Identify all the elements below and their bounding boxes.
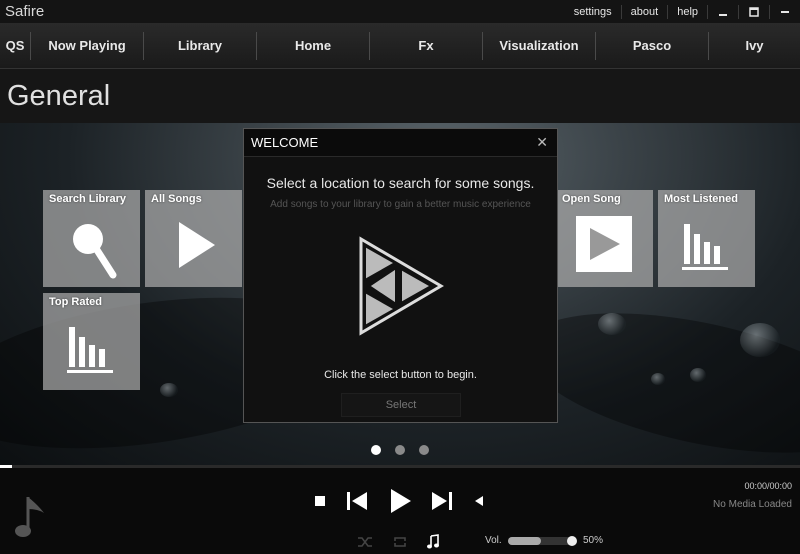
page-indicator	[0, 445, 800, 455]
volume-speaker-icon[interactable]	[474, 495, 484, 507]
page-dot-1[interactable]	[371, 445, 381, 455]
dialog-title: WELCOME	[251, 135, 319, 150]
tile-open-song[interactable]: Open Song	[556, 190, 653, 287]
play-triangle-icon	[179, 222, 215, 268]
previous-icon[interactable]	[346, 491, 368, 511]
maximize-icon	[749, 6, 759, 17]
bar-chart-icon	[67, 327, 113, 373]
close-button[interactable]	[769, 4, 800, 19]
tile-label: Open Song	[562, 193, 621, 205]
nav-item-ivy[interactable]: Ivy	[708, 31, 800, 60]
select-button[interactable]: Select	[341, 393, 461, 417]
media-status: No Media Loaded	[713, 499, 792, 510]
dialog-close-button[interactable]: ✕	[536, 134, 548, 151]
next-icon[interactable]	[431, 491, 453, 511]
background-droplet	[690, 368, 706, 382]
dialog-heading: Select a location to search for some son…	[266, 175, 535, 191]
tile-label: Top Rated	[49, 296, 102, 308]
shuffle-icon[interactable]	[357, 535, 373, 549]
nav-item-now-playing[interactable]: Now Playing	[30, 31, 143, 60]
minimize-button[interactable]	[707, 4, 738, 19]
main-navigation: QS Now Playing Library Home Fx Visualiza…	[0, 23, 800, 69]
seek-bar[interactable]	[0, 465, 800, 468]
nav-item-visualization[interactable]: Visualization	[482, 31, 595, 60]
close-icon	[781, 10, 789, 13]
tile-all-songs[interactable]: All Songs	[145, 190, 242, 287]
volume-percent: 50%	[583, 535, 604, 546]
volume-slider-fill	[508, 537, 541, 545]
nav-item-library[interactable]: Library	[143, 31, 256, 60]
playlist-music-icon[interactable]	[426, 534, 440, 550]
music-note-icon	[15, 497, 44, 537]
tile-search-library[interactable]: Search Library	[43, 190, 140, 287]
background-droplet	[160, 383, 178, 397]
dialog-hint: Click the select button to begin.	[324, 369, 477, 381]
nav-item-fx[interactable]: Fx	[369, 31, 482, 60]
play-box-icon	[576, 216, 632, 272]
tile-label: Most Listened	[664, 193, 738, 205]
minimize-icon	[719, 13, 727, 16]
volume-label: Vol.	[485, 535, 502, 546]
tile-label: Search Library	[49, 193, 127, 205]
play-icon[interactable]	[390, 488, 412, 514]
background-droplet	[651, 373, 665, 385]
welcome-dialog: WELCOME ✕ Select a location to search fo…	[243, 128, 558, 423]
stop-icon[interactable]	[314, 495, 326, 507]
page-title: General	[7, 80, 111, 112]
tile-most-listened[interactable]: Most Listened	[658, 190, 755, 287]
help-link[interactable]: help	[667, 4, 707, 19]
app-title: Safire	[5, 3, 45, 20]
time-display: 00:00/00:00	[744, 481, 792, 491]
background-droplet	[740, 323, 780, 357]
settings-link[interactable]: settings	[565, 5, 621, 19]
dialog-subheading: Add songs to your library to gain a bett…	[270, 199, 531, 210]
nav-item-qs[interactable]: QS	[0, 32, 30, 60]
player-bar: 00:00/00:00 No Media Loaded Vol. 50%	[0, 465, 800, 554]
title-bar: Safire settings about help	[0, 0, 800, 23]
volume-slider-knob[interactable]	[567, 536, 577, 546]
nav-item-pasco[interactable]: Pasco	[595, 31, 708, 60]
about-link[interactable]: about	[620, 4, 668, 19]
page-header: General	[0, 69, 800, 123]
maximize-button[interactable]	[738, 4, 769, 19]
nav-item-home[interactable]: Home	[256, 31, 369, 60]
search-icon	[73, 224, 117, 279]
safire-logo-icon	[359, 236, 444, 336]
tile-label: All Songs	[151, 193, 202, 205]
seek-bar-fill	[0, 465, 12, 468]
volume-slider[interactable]	[508, 536, 577, 546]
repeat-icon[interactable]	[392, 535, 408, 549]
page-dot-3[interactable]	[419, 445, 429, 455]
dialog-header: WELCOME ✕	[244, 129, 557, 157]
background-droplet	[598, 313, 626, 335]
bar-chart-icon	[682, 224, 728, 270]
page-dot-2[interactable]	[395, 445, 405, 455]
window-controls: settings about help	[565, 0, 800, 23]
tile-top-rated[interactable]: Top Rated	[43, 293, 140, 390]
